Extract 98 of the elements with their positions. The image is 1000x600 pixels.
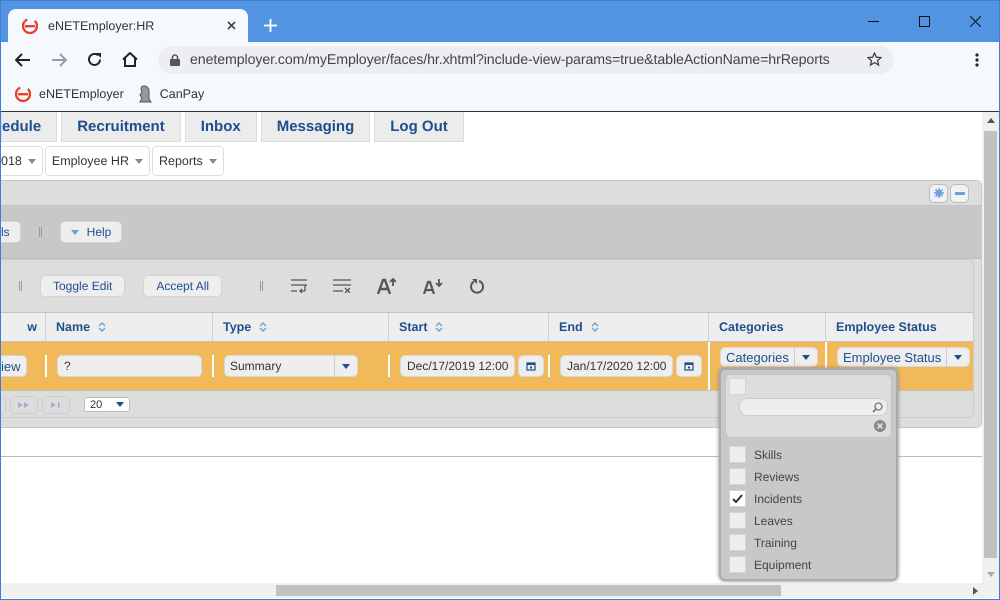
name-field[interactable]: ? (57, 355, 202, 377)
collapse-button[interactable] (950, 184, 970, 202)
type-dropdown[interactable]: Summary (224, 355, 358, 377)
nav-tab[interactable]: Messaging (260, 112, 370, 142)
column-header[interactable]: w (1, 313, 45, 341)
tab-title: eNETEmployer:HR (48, 18, 156, 32)
minus-icon (954, 192, 965, 194)
settings-button[interactable] (929, 184, 948, 202)
checkbox[interactable] (729, 556, 746, 573)
menu-button[interactable]: Reports (152, 146, 224, 176)
sort-icon[interactable] (590, 321, 599, 333)
sort-icon[interactable] (98, 321, 106, 333)
close-icon[interactable] (227, 21, 236, 30)
bookmark[interactable]: eNETEmployer (15, 86, 124, 102)
clear-icon[interactable] (874, 420, 886, 432)
vertical-scrollbar[interactable] (982, 112, 999, 583)
column-header[interactable]: Type (212, 313, 388, 341)
horizontal-scrollbar[interactable] (276, 585, 781, 596)
column-header[interactable]: Employee Status (825, 313, 976, 341)
caret-icon (70, 230, 79, 234)
home-icon[interactable] (122, 52, 138, 67)
checkbox[interactable] (729, 534, 746, 551)
bookmark[interactable]: CanPay (138, 85, 204, 103)
forward-icon[interactable] (51, 52, 67, 66)
nav-tab[interactable]: Recruitment (61, 112, 181, 142)
back-icon[interactable] (15, 52, 31, 66)
scroll-down-icon[interactable] (986, 572, 994, 577)
calendar-icon (684, 361, 694, 371)
nav-tab[interactable]: edule (1, 112, 58, 142)
multiselect-dropdown[interactable]: Categories (720, 347, 818, 367)
option-label[interactable]: Incidents (754, 492, 802, 506)
sort-icon[interactable] (435, 321, 444, 333)
column-header[interactable]: Name (45, 313, 212, 341)
scroll-up-icon[interactable] (986, 118, 994, 123)
checkbox[interactable] (729, 512, 746, 529)
search-icon (872, 402, 883, 412)
logo-icon (15, 86, 31, 102)
decrease-font-icon[interactable] (423, 278, 444, 294)
clear-format-icon[interactable] (333, 279, 352, 293)
toolbar-button[interactable]: Accept All (143, 275, 222, 297)
view-button[interactable]: iew (1, 355, 27, 377)
calendar-icon (526, 361, 536, 371)
column-header[interactable]: End (548, 313, 708, 341)
maximize-icon[interactable] (919, 16, 930, 27)
caret-icon (134, 158, 143, 164)
next-icon (18, 402, 30, 408)
multiselect-dropdown[interactable]: Employee Status (837, 347, 970, 367)
option-label[interactable]: Training (754, 536, 797, 550)
calendar-button[interactable] (676, 355, 702, 377)
caret-icon (28, 158, 36, 164)
column-header[interactable]: Categories (708, 313, 825, 341)
close-icon[interactable] (970, 16, 981, 27)
address-bar[interactable]: enetemployer.com/myEmployer/faces/hr.xhtml?include-view-params=true&tableActionName=hrReports (158, 46, 894, 74)
scroll-right-icon[interactable] (973, 586, 978, 594)
checkbox[interactable] (729, 490, 746, 507)
reload-icon[interactable] (87, 52, 102, 67)
menu-button[interactable]: Employee HR (44, 146, 150, 176)
checkbox[interactable] (729, 468, 746, 485)
checkbox[interactable] (729, 446, 746, 463)
caret-icon (954, 354, 962, 360)
wrap-text-icon[interactable] (291, 279, 308, 293)
figure-icon (138, 85, 152, 103)
option-label[interactable]: Equipment (754, 558, 812, 572)
caret-icon (802, 354, 810, 360)
toolbar-button[interactable]: Toggle Edit (40, 275, 126, 297)
settings-icon (934, 188, 944, 198)
select-all-checkbox[interactable] (729, 378, 746, 395)
caret-icon (208, 158, 217, 164)
browser-tab[interactable]: eNETEmployer:HR (8, 9, 248, 42)
logo-icon (22, 18, 38, 34)
increase-font-icon[interactable] (377, 278, 398, 294)
option-label[interactable]: Skills (754, 448, 782, 462)
plus-icon[interactable] (264, 19, 277, 32)
star-icon[interactable] (867, 52, 882, 67)
option-label[interactable]: Leaves (754, 514, 793, 528)
next-page-button[interactable] (10, 396, 38, 414)
nav-tab[interactable]: Inbox (184, 112, 257, 142)
last-page-button[interactable] (42, 396, 70, 414)
calendar-button[interactable] (518, 355, 544, 377)
toolbar-button[interactable]: ls (1, 221, 21, 243)
filter-field[interactable] (739, 398, 888, 416)
menu-button[interactable]: 018 (1, 146, 43, 176)
caret-icon (342, 364, 350, 368)
menu-icon[interactable] (975, 52, 979, 66)
help-menu-button[interactable]: Help (60, 221, 122, 243)
date-field[interactable]: Dec/17/2019 12:00 (400, 355, 516, 377)
checkmark-icon (732, 494, 743, 503)
lock-icon (170, 54, 180, 66)
column-header[interactable]: Start (388, 313, 548, 341)
option-label[interactable]: Reviews (754, 470, 800, 484)
date-field[interactable]: Jan/17/2020 12:00 (560, 355, 674, 377)
reset-icon[interactable] (469, 278, 486, 294)
sort-icon[interactable] (259, 321, 268, 333)
table-row[interactable]: iew ? Summary Dec/17/2019 12:00 Jan/17/2020 12:00 Categories Employee Status (1, 342, 974, 390)
caret-icon (116, 402, 124, 407)
rows-per-page-select[interactable]: 20 (84, 397, 130, 412)
nav-tab[interactable]: Log Out (374, 112, 464, 142)
last-icon (51, 402, 61, 408)
